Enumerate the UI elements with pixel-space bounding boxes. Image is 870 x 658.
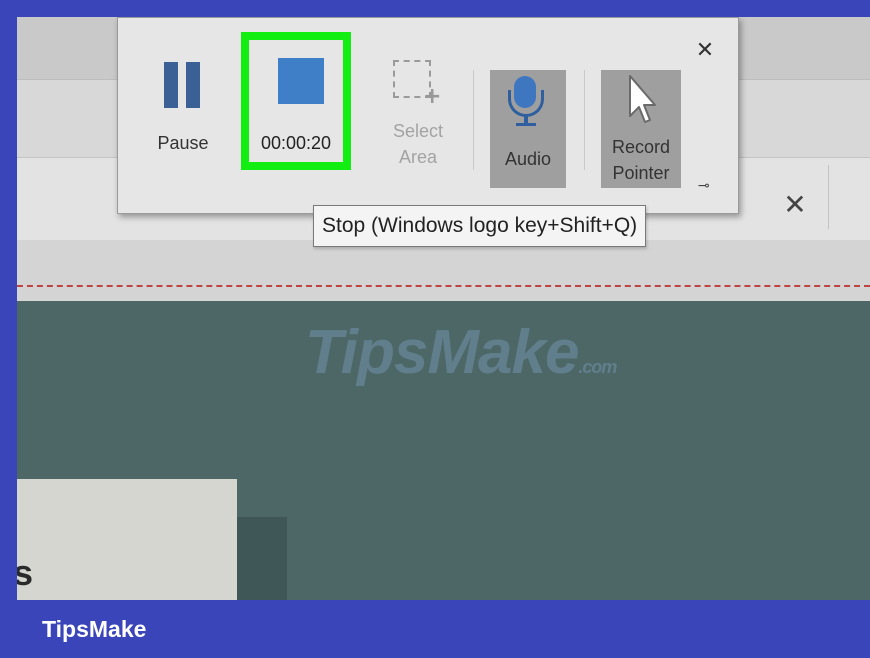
pause-label: Pause: [157, 133, 209, 153]
watermark-logo: TipsMake.com: [305, 318, 617, 387]
stop-icon: [278, 58, 324, 104]
close-icon[interactable]: ✕: [692, 38, 718, 64]
window-close-button[interactable]: ✕: [777, 187, 813, 223]
desktop-screen: ✕ s TipsMake.com Pause 00:00:20 + Select…: [17, 17, 870, 600]
record-pointer-label: Record Pointer: [611, 137, 671, 183]
stop-tooltip: Stop (Windows logo key+Shift+Q): [313, 205, 647, 247]
audio-label: Audio: [504, 149, 552, 169]
tutorial-frame: ✕ s TipsMake.com Pause 00:00:20 + Select…: [0, 0, 870, 658]
content-card: [17, 479, 237, 600]
screen-recording-toolbar: Pause 00:00:20 + Select Area Audio Recor…: [117, 17, 739, 214]
toolbar-separator: [584, 70, 585, 170]
stop-button[interactable]: 00:00:20: [241, 32, 358, 180]
card-text-fragment: s: [17, 552, 34, 593]
record-pointer-toggle-button[interactable]: Record Pointer: [601, 70, 681, 188]
audio-toggle-button[interactable]: Audio: [490, 70, 566, 188]
cursor-icon: [629, 75, 656, 123]
brand-footer: TipsMake: [42, 616, 147, 642]
recording-area-border: [17, 285, 870, 287]
select-area-label: Select Area: [392, 121, 444, 167]
recording-timer: 00:00:20: [260, 133, 332, 153]
pause-button[interactable]: Pause: [148, 48, 218, 180]
select-area-button[interactable]: + Select Area: [383, 48, 453, 180]
toolbar-divider: [828, 165, 829, 229]
recording-area-top: [17, 240, 870, 300]
pin-icon[interactable]: ⊸: [698, 178, 710, 194]
toolbar-separator: [473, 70, 474, 170]
